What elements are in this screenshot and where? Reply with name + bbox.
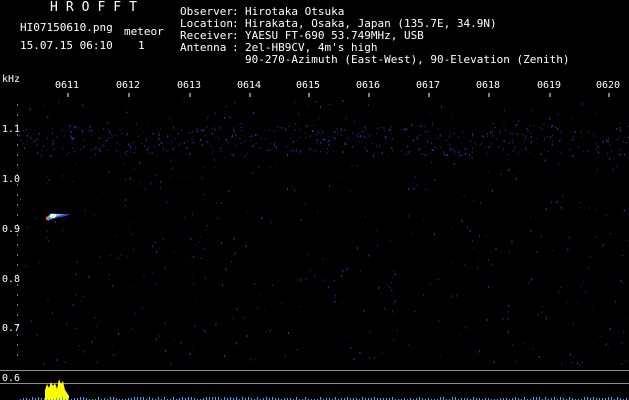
meteor-echo (46, 213, 70, 221)
hrofft-display: HROFFT HI07150610.png 15.07.15 06:10 met… (0, 0, 629, 400)
spectrogram-noise (19, 100, 629, 366)
axis-tick-marks (17, 93, 610, 356)
signal-level-strip (20, 379, 627, 400)
spectrogram-plot (0, 93, 629, 400)
